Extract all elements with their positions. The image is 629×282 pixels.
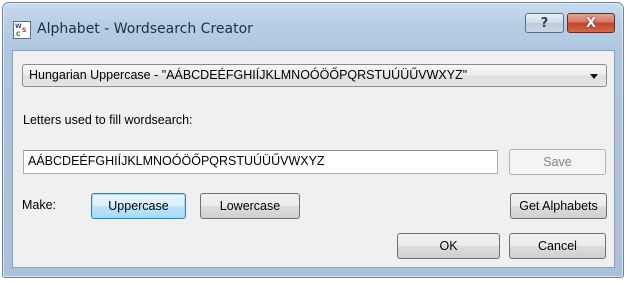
close-icon: X: [585, 15, 597, 31]
uppercase-button[interactable]: Uppercase: [91, 193, 186, 219]
close-button[interactable]: X: [567, 13, 615, 33]
help-icon: ?: [540, 15, 549, 31]
make-label: Make:: [22, 198, 57, 212]
save-button[interactable]: Save: [509, 149, 606, 175]
app-icon: WSC: [13, 21, 31, 39]
dialog-body: Hungarian Uppercase - "AÁBCDEÉFGHIÍJKLMN…: [12, 50, 615, 268]
lowercase-button[interactable]: Lowercase: [200, 193, 300, 219]
ok-button[interactable]: OK: [397, 233, 500, 259]
dialog-window: WSC Alphabet - Wordsearch Creator ? X Hu…: [2, 2, 624, 278]
letters-label: Letters used to fill wordsearch:: [23, 113, 193, 127]
cancel-button[interactable]: Cancel: [509, 233, 606, 259]
window-title: Alphabet - Wordsearch Creator: [37, 21, 253, 37]
get-alphabets-button[interactable]: Get Alphabets: [510, 193, 607, 219]
chevron-down-icon[interactable]: [590, 74, 598, 79]
alphabet-dropdown[interactable]: Hungarian Uppercase - "AÁBCDEÉFGHIÍJKLMN…: [22, 64, 607, 87]
letters-input[interactable]: AÁBCDEÉFGHIÍJKLMNOÓÖŐPQRSTUÚÜŰVWXYZ: [23, 150, 498, 174]
help-button[interactable]: ?: [525, 13, 564, 33]
alphabet-dropdown-value: Hungarian Uppercase - "AÁBCDEÉFGHIÍJKLMN…: [29, 68, 468, 82]
title-bar[interactable]: WSC Alphabet - Wordsearch Creator ? X: [3, 3, 623, 49]
